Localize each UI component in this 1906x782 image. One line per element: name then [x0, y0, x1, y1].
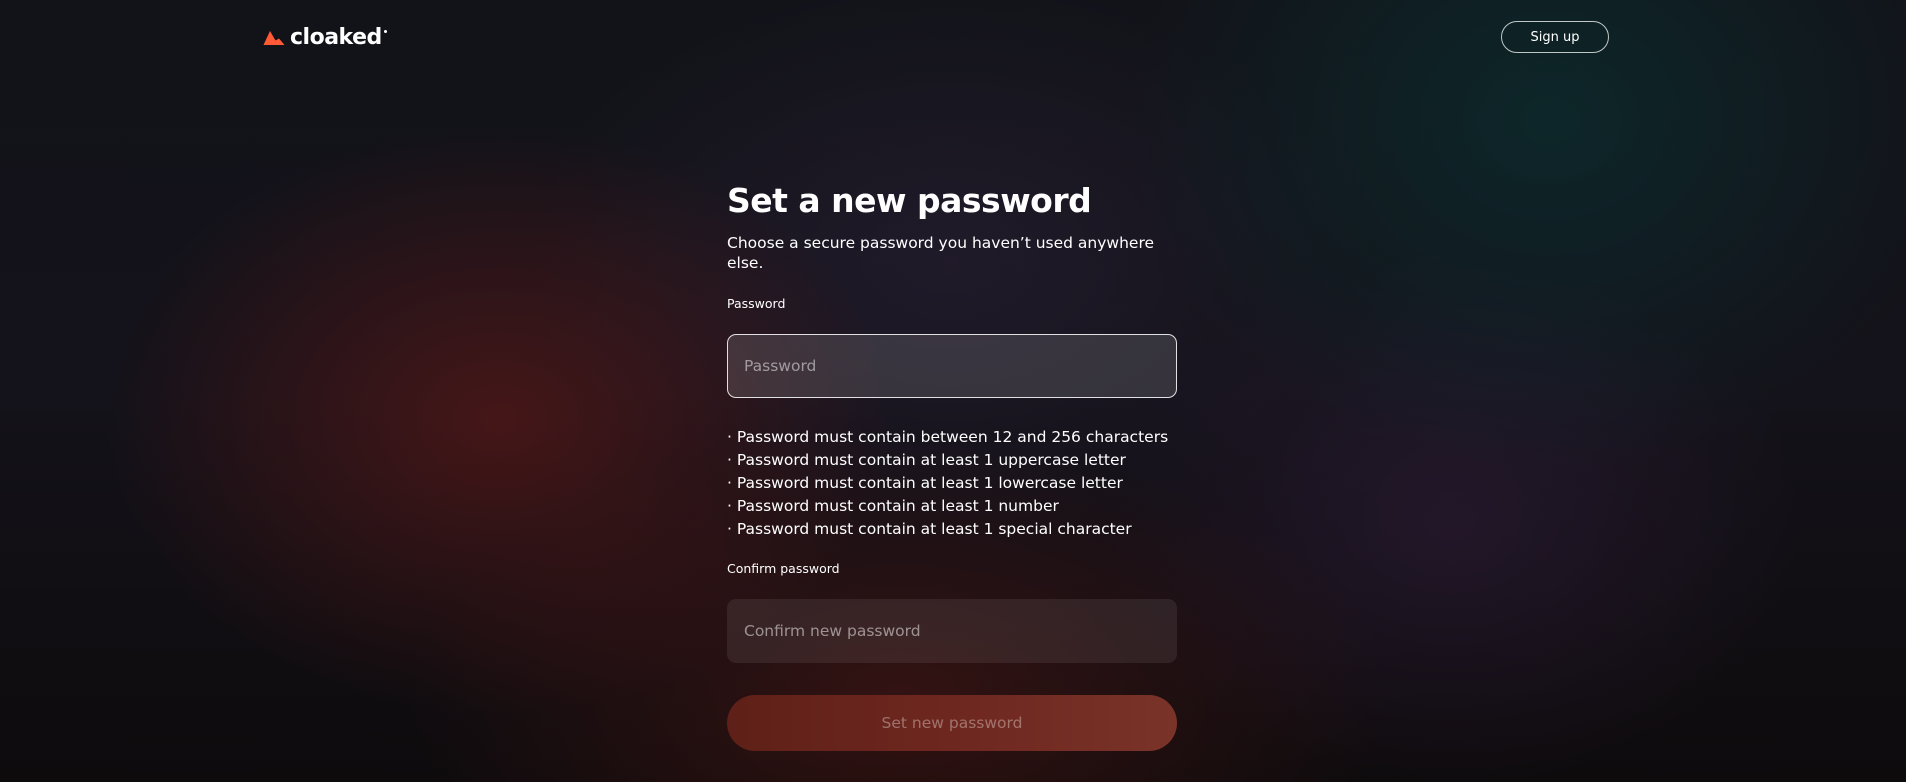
logo-dot [383, 30, 387, 33]
sign-up-button[interactable]: Sign up [1501, 21, 1609, 53]
password-requirements: · Password must contain between 12 and 2… [727, 426, 1177, 541]
password-input[interactable] [727, 334, 1177, 398]
page-subtitle: Choose a secure password you haven’t use… [727, 234, 1155, 272]
logo-text: cloaked [290, 25, 382, 50]
requirement-number: · Password must contain at least 1 numbe… [727, 497, 1059, 515]
cloaked-logo-icon [263, 31, 285, 45]
requirement-length: · Password must contain between 12 and 2… [727, 428, 1169, 446]
set-password-form: Set a new password Choose a secure passw… [727, 178, 1177, 751]
cloaked-logo[interactable]: cloaked [262, 26, 387, 50]
password-label: Password [727, 296, 786, 311]
confirm-password-label: Confirm password [727, 561, 840, 576]
requirement-lowercase: · Password must contain at least 1 lower… [727, 474, 1123, 492]
confirm-password-input[interactable] [727, 599, 1177, 663]
page-title: Set a new password [727, 181, 1092, 220]
requirement-special: · Password must contain at least 1 speci… [727, 520, 1132, 538]
requirement-uppercase: · Password must contain at least 1 upper… [727, 451, 1126, 469]
set-new-password-button[interactable]: Set new password [727, 695, 1177, 751]
